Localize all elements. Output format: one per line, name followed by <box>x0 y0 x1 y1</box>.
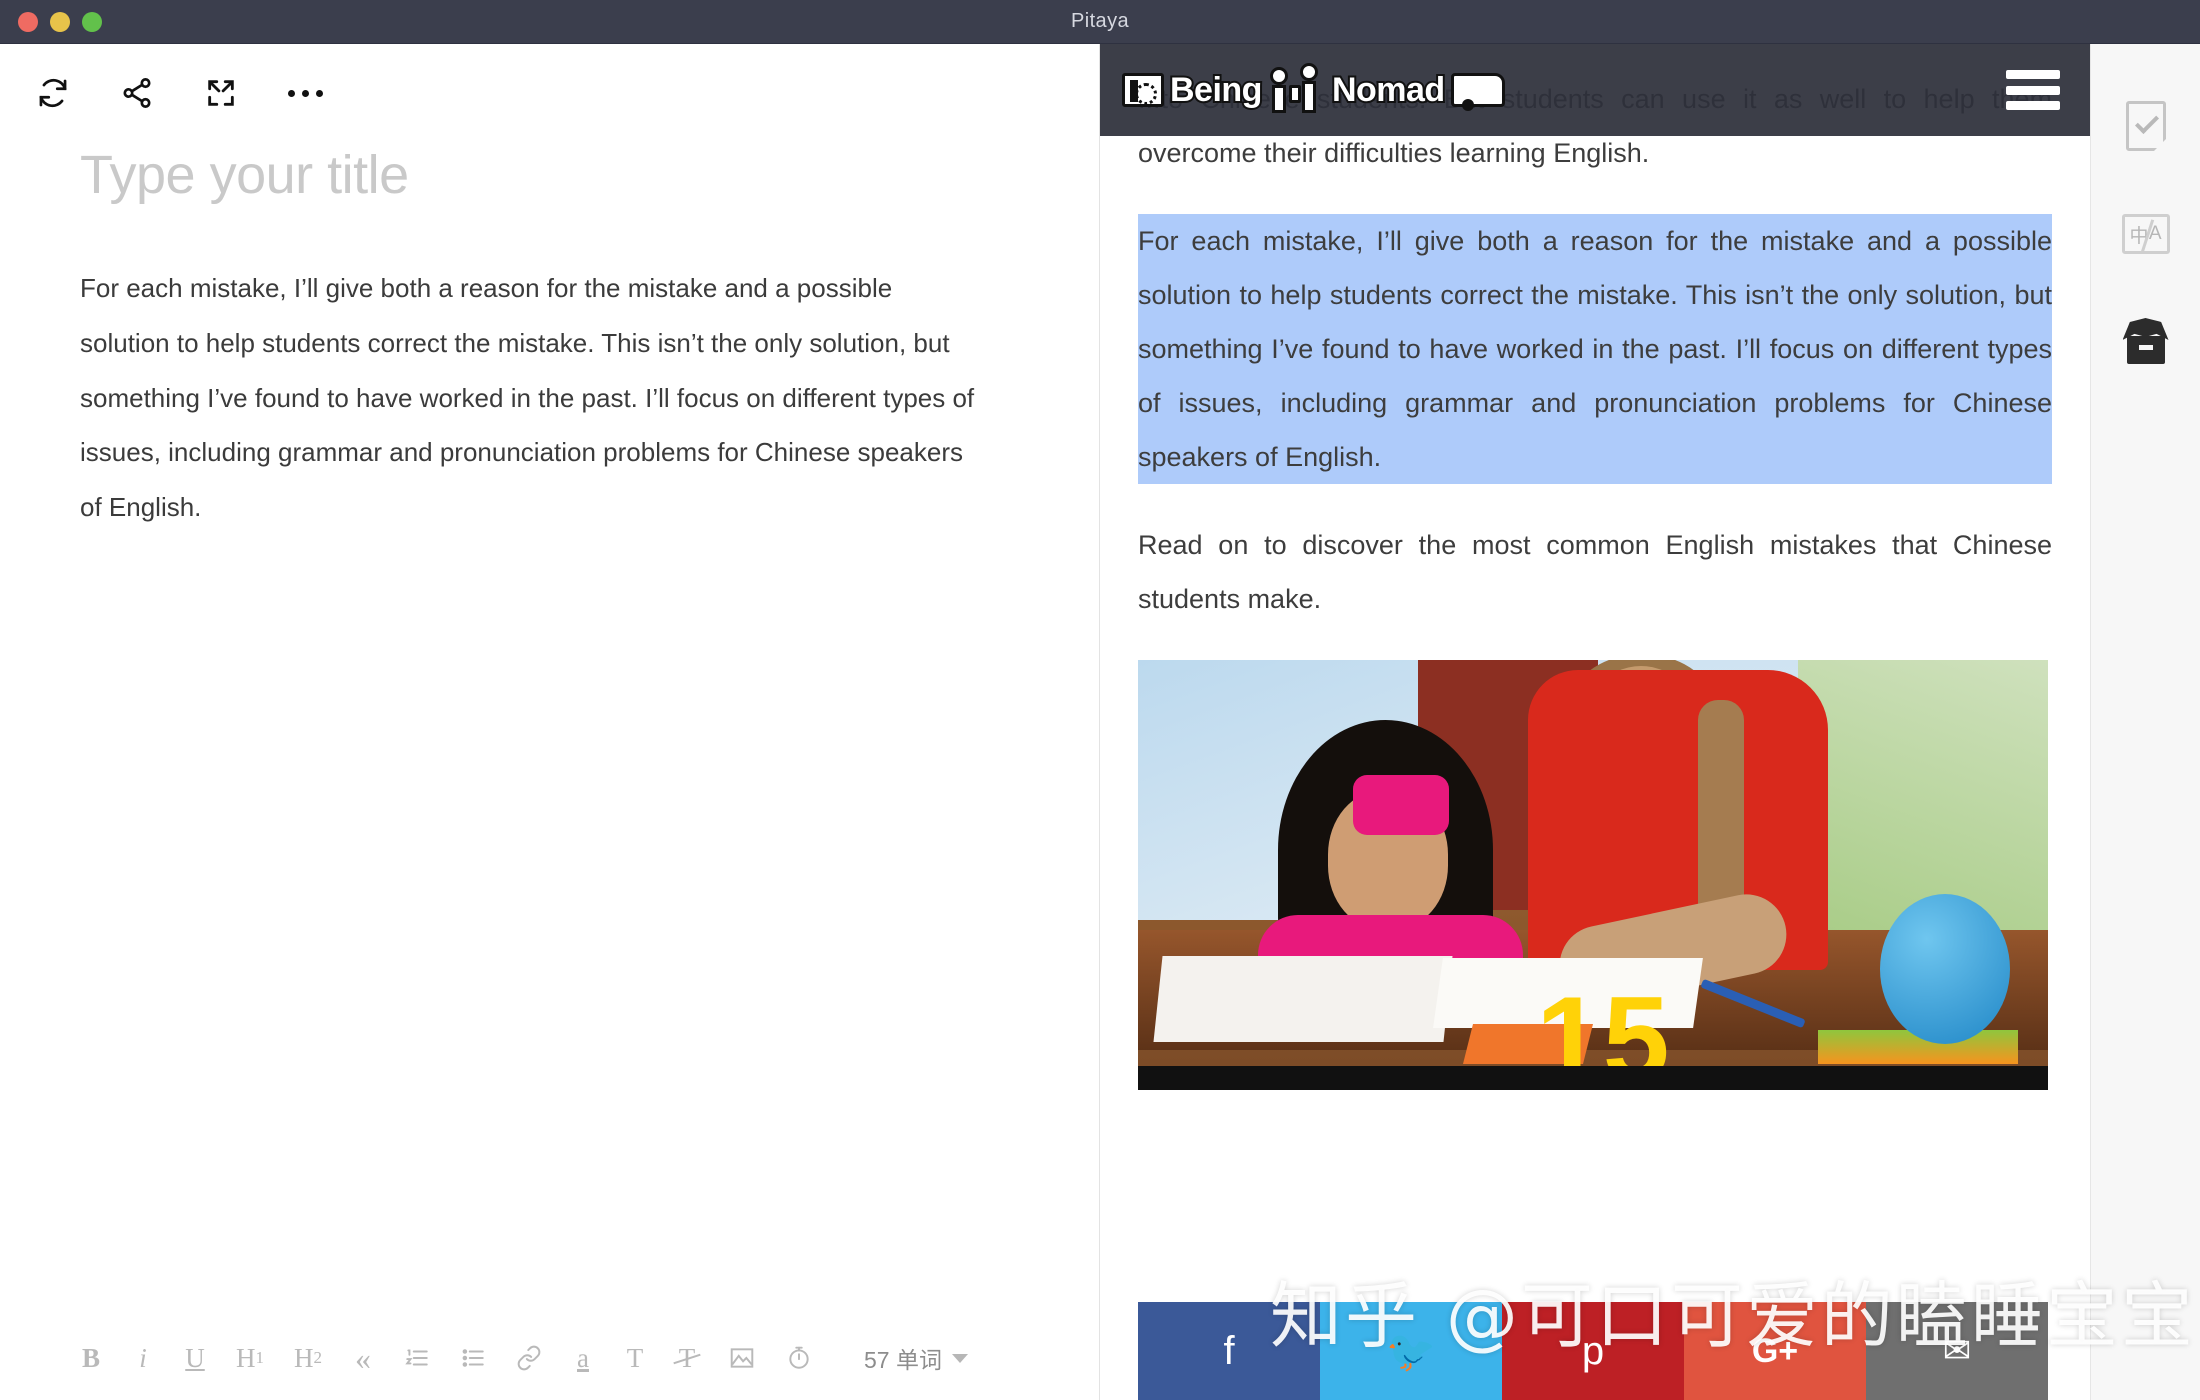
email-icon: ✉ <box>1942 1332 1972 1370</box>
share-pinterest-button[interactable]: р <box>1502 1302 1684 1400</box>
link-icon[interactable] <box>516 1338 542 1378</box>
article-image: 15 <box>1138 660 2048 1090</box>
pinterest-icon: р <box>1581 1328 1605 1373</box>
share-icon[interactable] <box>118 74 156 112</box>
sync-icon[interactable] <box>34 74 72 112</box>
document-title-input[interactable]: Type your title <box>80 145 1025 205</box>
site-header: Being Nomad <box>1100 44 2090 136</box>
social-share-bar: f 🐦 р G+ ✉ <box>1138 1302 2048 1400</box>
heading1-button[interactable]: H1 <box>236 1338 264 1378</box>
timer-icon[interactable] <box>786 1338 812 1378</box>
editor-pane: Type your title For each mistake, I’ll g… <box>0 44 1100 1400</box>
preview-content: ...to Chinese students. But students can… <box>1100 44 2090 1090</box>
logo-text-nomad: Nomad <box>1330 69 1447 111</box>
web-preview-pane: Being Nomad ...to Chinese students. But … <box>1100 44 2090 1400</box>
logo-van-icon <box>1450 73 1505 111</box>
facebook-icon: f <box>1223 1328 1235 1373</box>
word-count-label: 57 单词 <box>864 1347 942 1373</box>
clear-format-button[interactable]: T <box>676 1338 698 1378</box>
h2-letter: H <box>294 1342 314 1373</box>
right-sidebar: 中 A <box>2090 44 2200 1400</box>
window-title: Pitaya <box>1071 10 1129 32</box>
window-titlebar: Pitaya <box>0 0 2200 44</box>
googleplus-icon: G+ <box>1751 1331 1799 1370</box>
format-toolbar: B i U H1 H2 « a T T 57 单词 <box>0 1316 1100 1400</box>
document-area: Type your title For each mistake, I’ll g… <box>0 120 1099 534</box>
text-style-button[interactable]: T <box>624 1338 646 1378</box>
archive-box-icon[interactable] <box>2122 316 2170 368</box>
h1-letter: H <box>236 1342 256 1373</box>
logo-badge-icon <box>1122 73 1164 107</box>
editor-toolbar <box>0 44 1099 120</box>
share-twitter-button[interactable]: 🐦 <box>1320 1302 1502 1400</box>
share-email-button[interactable]: ✉ <box>1866 1302 2048 1400</box>
document-check-icon[interactable] <box>2122 100 2170 152</box>
bold-button[interactable]: B <box>80 1338 102 1378</box>
more-icon[interactable] <box>286 74 324 112</box>
document-body-editor[interactable]: For each mistake, I’ll give both a reaso… <box>80 261 980 534</box>
translate-icon[interactable]: 中 A <box>2121 208 2170 260</box>
logo-people-icon <box>1268 63 1326 117</box>
underline-button[interactable]: U <box>184 1338 206 1378</box>
word-count-dropdown[interactable]: 57 单词 <box>864 1341 968 1375</box>
translate-en-label: A <box>2148 223 2162 244</box>
heading2-button[interactable]: H2 <box>294 1338 322 1378</box>
blockquote-button[interactable]: « <box>352 1338 374 1378</box>
highlight-button[interactable]: a <box>572 1338 594 1378</box>
italic-button[interactable]: i <box>132 1338 154 1378</box>
ordered-list-icon[interactable] <box>404 1338 430 1378</box>
share-facebook-button[interactable]: f <box>1138 1302 1320 1400</box>
share-googleplus-button[interactable]: G+ <box>1684 1302 1866 1400</box>
twitter-icon: 🐦 <box>1386 1329 1436 1374</box>
unordered-list-icon[interactable] <box>460 1338 486 1378</box>
site-logo[interactable]: Being Nomad <box>1122 63 1505 117</box>
preview-paragraph-readon: Read on to discover the most common Engl… <box>1138 530 2052 614</box>
translate-cn-label: 中 <box>2129 225 2149 247</box>
chevron-down-icon <box>951 1353 968 1363</box>
h2-sub: 2 <box>313 1348 323 1367</box>
fullscreen-icon[interactable] <box>202 74 240 112</box>
preview-paragraph-selected[interactable]: For each mistake, I’ll give both a reaso… <box>1138 214 2052 484</box>
app-body: Type your title For each mistake, I’ll g… <box>0 44 2200 1400</box>
hamburger-icon[interactable] <box>2006 70 2060 110</box>
logo-text-being: Being <box>1168 69 1264 111</box>
h1-sub: 1 <box>255 1348 265 1367</box>
image-icon[interactable] <box>728 1338 756 1378</box>
